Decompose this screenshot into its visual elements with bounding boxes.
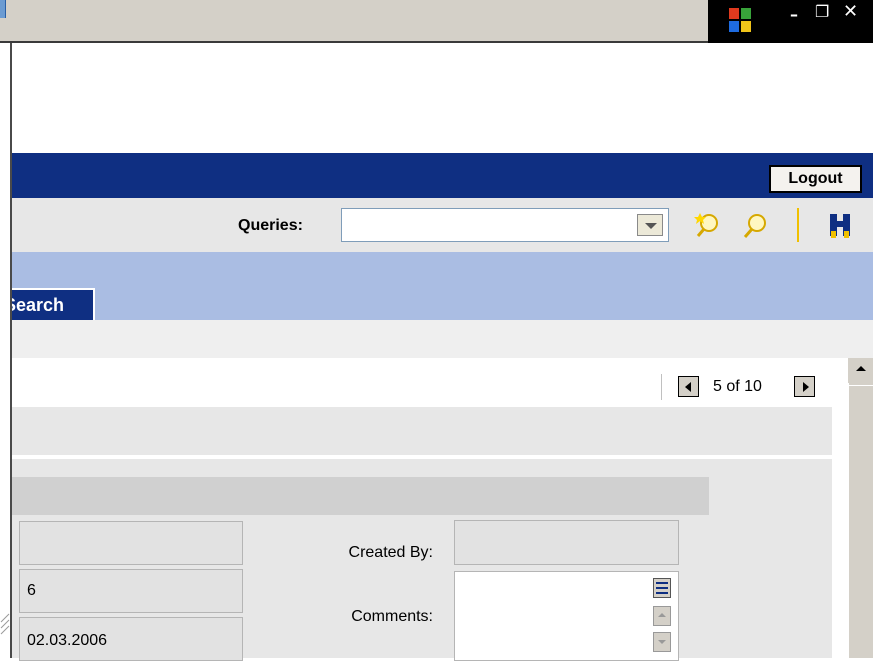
readonly-field-3: 02.03.2006 <box>19 617 243 661</box>
comments-scroll-up[interactable] <box>653 606 671 626</box>
pager-separator <box>661 374 662 400</box>
new-query-icon[interactable] <box>694 210 724 240</box>
section-header <box>12 407 832 457</box>
readonly-field-2: 6 <box>19 569 243 613</box>
close-icon[interactable]: ✕ <box>843 1 858 22</box>
titlebar-edge <box>0 0 6 18</box>
minimize-icon[interactable]: – <box>790 5 798 24</box>
windows-logo-icon <box>729 8 751 32</box>
comments-label: Comments: <box>351 608 433 625</box>
resize-grip-icon[interactable] <box>0 612 10 642</box>
form-subheader <box>12 477 709 515</box>
created-by-field <box>454 520 679 565</box>
tab-row <box>12 252 873 320</box>
tab-search[interactable]: Search <box>12 288 95 321</box>
previous-record-button[interactable] <box>678 376 699 397</box>
queries-label: Queries: <box>238 217 303 234</box>
tab-content-strip <box>12 320 873 358</box>
logout-button[interactable]: Logout <box>769 165 862 193</box>
search-query-icon[interactable] <box>741 211 771 241</box>
toolbar-separator <box>797 208 799 242</box>
comments-scroll-down[interactable] <box>653 632 671 652</box>
comments-textarea[interactable] <box>454 571 679 661</box>
chevron-down-icon[interactable] <box>637 214 663 236</box>
next-record-button[interactable] <box>794 376 815 397</box>
queries-select[interactable] <box>341 208 669 242</box>
binoculars-icon[interactable] <box>824 211 858 241</box>
restore-icon[interactable]: ❐ <box>815 2 829 21</box>
readonly-field-1 <box>19 521 243 565</box>
pager-position: 5 of 10 <box>713 378 762 395</box>
app-header-bar <box>12 153 873 198</box>
created-by-label: Created By: <box>348 544 433 561</box>
page-scrollbar-thumb[interactable] <box>848 385 873 658</box>
tab-search-label: Search <box>12 295 65 315</box>
page-scroll-up[interactable] <box>848 358 873 383</box>
expand-editor-icon[interactable] <box>653 578 671 598</box>
left-frame-edge <box>0 43 12 658</box>
window-titlebar <box>0 0 710 43</box>
lines-icon <box>656 582 668 594</box>
